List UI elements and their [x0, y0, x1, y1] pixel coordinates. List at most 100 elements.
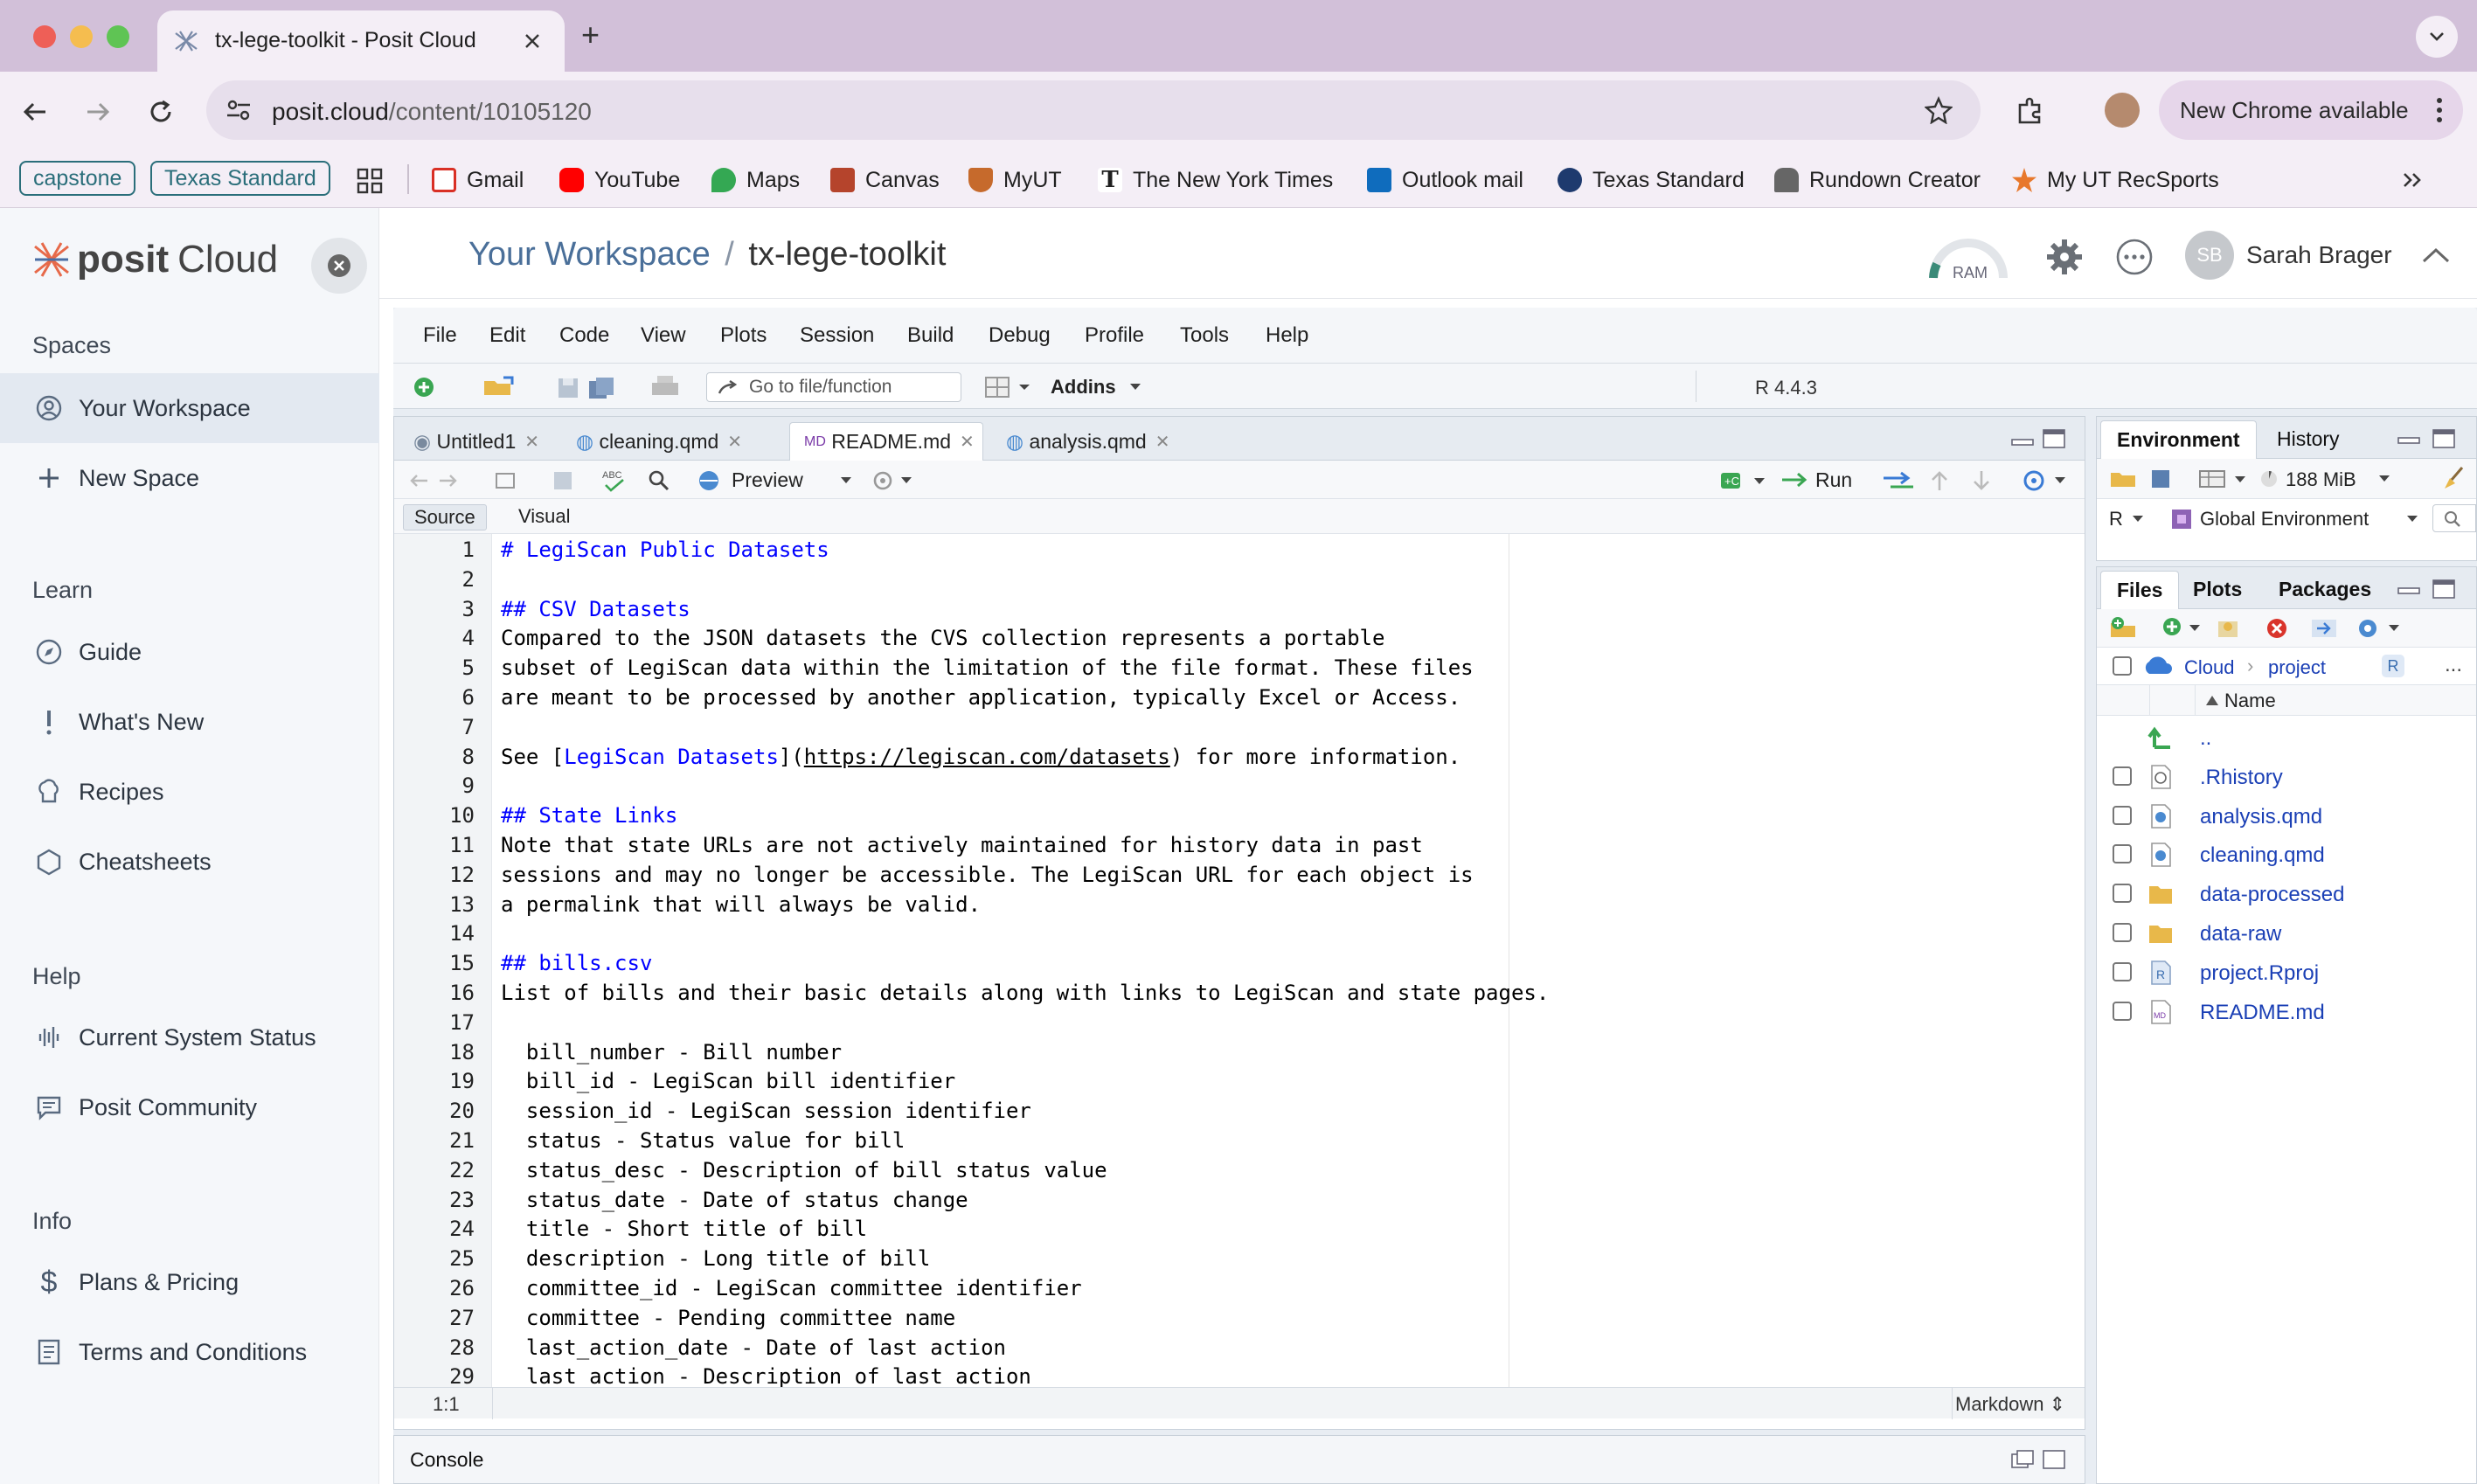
zoom-window-button[interactable] — [107, 25, 129, 48]
sidebar-item-plans-pricing[interactable]: $ Plans & Pricing — [0, 1247, 379, 1317]
insert-chunk-icon[interactable]: +C — [1719, 469, 1772, 492]
rerun-icon[interactable] — [1882, 471, 1917, 490]
path-project[interactable]: project — [2268, 656, 2326, 679]
tab-environment[interactable]: Environment — [2100, 420, 2257, 459]
language-menu[interactable]: R — [2109, 508, 2123, 530]
nav-back-forward-icon[interactable] — [408, 471, 461, 490]
file-name[interactable]: .Rhistory — [2200, 766, 2283, 790]
global-environment-menu[interactable]: Global Environment — [2200, 508, 2369, 530]
sidebar-item-recipes[interactable]: Recipes — [0, 757, 379, 827]
menu-plots[interactable]: Plots — [720, 323, 767, 348]
tab-readme-md[interactable]: MD README.md ✕ — [789, 422, 983, 461]
file-row[interactable]: .Rhistory — [2097, 757, 2476, 796]
file-name[interactable]: .. — [2200, 726, 2211, 751]
user-menu[interactable]: SB Sarah Brager — [2185, 231, 2392, 280]
file-checkbox[interactable] — [2113, 1001, 2132, 1021]
chunk-down-icon[interactable] — [1971, 469, 1992, 492]
pane-layout-icon[interactable] — [984, 376, 1033, 399]
new-tab-button[interactable]: + — [581, 19, 600, 51]
file-name[interactable]: project.Rproj — [2200, 961, 2319, 986]
preview-button[interactable]: Preview — [732, 468, 803, 492]
forward-arrow-icon[interactable] — [84, 98, 112, 126]
minimize-pane-icon[interactable] — [2397, 583, 2420, 595]
path-cloud[interactable]: Cloud — [2184, 656, 2234, 679]
menu-file[interactable]: File — [423, 323, 457, 348]
dropdown-caret-icon[interactable] — [2378, 475, 2390, 483]
console-pane[interactable]: Console — [393, 1435, 2085, 1484]
file-checkbox[interactable] — [2113, 766, 2132, 786]
file-name[interactable]: data-raw — [2200, 922, 2281, 947]
sidebar-item-guide[interactable]: Guide — [0, 617, 379, 687]
new-chrome-button[interactable]: New Chrome available — [2159, 80, 2463, 140]
menu-edit[interactable]: Edit — [489, 323, 525, 348]
sidebar-item-system-status[interactable]: Current System Status — [0, 1002, 379, 1072]
file-row[interactable]: .. — [2097, 718, 2476, 757]
file-type-menu[interactable]: Markdown ⇕ — [1955, 1393, 2065, 1416]
file-row[interactable]: data-processed — [2097, 874, 2476, 913]
select-all-checkbox[interactable] — [2113, 656, 2132, 676]
sidebar-item-your-workspace[interactable]: Your Workspace — [0, 373, 379, 443]
save-icon[interactable] — [552, 469, 574, 492]
minimize-pane-icon[interactable] — [2397, 433, 2420, 445]
menu-view[interactable]: View — [641, 323, 686, 348]
source-mode-button[interactable]: Source — [403, 504, 487, 530]
bookmark-gmail[interactable]: Gmail — [432, 163, 524, 198]
menu-help[interactable]: Help — [1266, 323, 1308, 348]
ram-gauge[interactable]: RAM — [1926, 238, 2010, 287]
tab-packages[interactable]: Packages — [2263, 571, 2387, 609]
sidebar-item-cheatsheets[interactable]: Cheatsheets — [0, 827, 379, 897]
back-arrow-icon[interactable] — [21, 98, 49, 126]
print-icon[interactable] — [650, 374, 680, 400]
file-name[interactable]: cleaning.qmd — [2200, 843, 2325, 868]
bookmark-texas-standard-folder[interactable]: Texas Standard — [150, 161, 330, 196]
upload-icon[interactable] — [2216, 616, 2242, 641]
sidebar-item-terms[interactable]: Terms and Conditions — [0, 1317, 379, 1387]
bookmark-nyt[interactable]: T The New York Times — [1098, 163, 1333, 198]
open-folder-icon[interactable] — [482, 376, 517, 399]
file-row[interactable]: data-raw — [2097, 913, 2476, 953]
file-checkbox[interactable] — [2113, 923, 2132, 942]
bookmark-rundown-creator[interactable]: Rundown Creator — [1774, 163, 1981, 198]
tab-files[interactable]: Files — [2100, 571, 2180, 609]
bookmark-recsports[interactable]: My UT RecSports — [2012, 163, 2219, 198]
close-tab-icon[interactable]: ✕ — [524, 431, 539, 453]
menu-tools[interactable]: Tools — [1180, 323, 1229, 348]
site-settings-icon[interactable] — [225, 98, 252, 122]
tab-search-button[interactable] — [2416, 16, 2458, 58]
maximize-pane-icon[interactable] — [2043, 1450, 2065, 1469]
file-name[interactable]: data-processed — [2200, 883, 2344, 907]
file-name[interactable]: README.md — [2200, 1001, 2325, 1025]
close-sidebar-button[interactable] — [311, 238, 367, 294]
new-file-icon[interactable] — [413, 376, 435, 399]
publish-icon[interactable] — [2022, 469, 2074, 492]
dropdown-caret-icon[interactable] — [840, 476, 852, 485]
restore-pane-icon[interactable] — [2011, 1450, 2034, 1469]
spellcheck-icon[interactable]: ABC — [600, 468, 630, 494]
file-checkbox[interactable] — [2113, 844, 2132, 864]
bookmark-outlook[interactable]: Outlook mail — [1367, 163, 1523, 198]
profile-avatar[interactable] — [2105, 93, 2140, 128]
bookmark-maps[interactable]: Maps — [711, 163, 800, 198]
visual-mode-button[interactable]: Visual — [508, 504, 581, 530]
file-row[interactable]: Rproject.Rproj — [2097, 953, 2476, 992]
bookmark-capstone[interactable]: capstone — [19, 161, 136, 196]
maximize-pane-icon[interactable] — [2043, 429, 2065, 448]
menu-debug[interactable]: Debug — [989, 323, 1051, 348]
posit-logo[interactable]: posit Cloud — [31, 238, 278, 281]
r-version-menu[interactable]: R 4.4.3 — [1755, 377, 1817, 399]
show-in-window-icon[interactable] — [494, 469, 517, 492]
file-row[interactable]: MD README.md — [2097, 992, 2476, 1031]
file-checkbox[interactable] — [2113, 805, 2132, 825]
import-dataset-icon[interactable] — [2198, 468, 2251, 490]
tab-analysis-qmd[interactable]: ◍ analysis.qmd ✕ — [992, 422, 1198, 461]
name-column-header[interactable]: Name — [2224, 690, 2276, 712]
memory-usage[interactable]: 188 MiB — [2286, 468, 2356, 491]
chunk-up-icon[interactable] — [1929, 469, 1950, 492]
close-tab-icon[interactable] — [523, 31, 542, 51]
more-gear-icon[interactable] — [2356, 616, 2408, 641]
search-icon[interactable] — [648, 469, 670, 492]
more-options-icon[interactable] — [2115, 238, 2154, 276]
sidebar-item-community[interactable]: Posit Community — [0, 1072, 379, 1142]
minimize-window-button[interactable] — [70, 25, 93, 48]
close-tab-icon[interactable]: ✕ — [727, 431, 742, 453]
